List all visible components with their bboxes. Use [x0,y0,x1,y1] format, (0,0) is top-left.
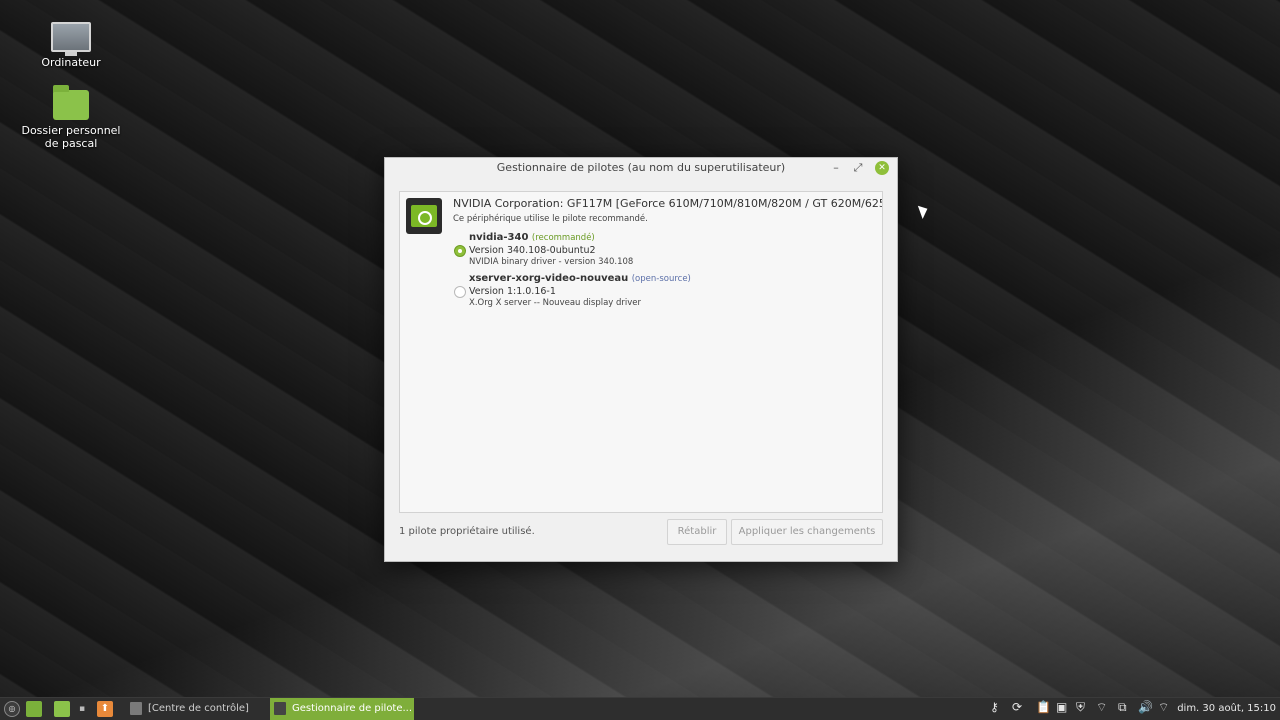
computer-icon [51,22,91,56]
revert-button[interactable]: Rétablir [667,519,727,545]
show-desktop-icon[interactable] [26,701,42,717]
control-center-icon [130,702,142,715]
driver-radio-nvidia[interactable] [454,245,466,257]
key-icon[interactable]: ⚷ [990,700,999,714]
status-text: 1 pilote propriétaire utilisé. [399,526,535,537]
device-name: NVIDIA Corporation: GF117M [GeForce 610M… [453,197,883,210]
driver-tag-open-source: (open-source) [631,274,691,284]
sync-icon[interactable]: ⟳ [1012,700,1022,714]
desktop-icon-label: Ordinateur [41,56,101,69]
task-driver-manager[interactable]: Gestionnaire de pilote... [270,698,414,720]
desktop-icon-computer[interactable]: Ordinateur [16,22,126,69]
drivers-panel: NVIDIA Corporation: GF117M [GeForce 610M… [399,191,883,513]
driver-name: xserver-xorg-video-nouveau [469,273,629,284]
files-icon[interactable] [54,701,70,717]
shield-icon[interactable]: ⛨ [1076,700,1085,715]
clock[interactable]: dim. 30 août, 15:10 [1177,698,1276,720]
clipboard-icon[interactable]: 📋 [1036,700,1051,714]
taskbar: ◎ ▪ ⬆ [Centre de contrôle] Gestionnaire … [0,697,1280,720]
apply-changes-button[interactable]: Appliquer les changements [731,519,883,545]
terminal-icon[interactable]: ▪ [79,701,95,717]
update-manager-icon[interactable]: ⬆ [97,701,113,717]
device-description: Ce périphérique utilise le pilote recomm… [453,214,648,224]
maximize-icon[interactable]: ⤢ [851,161,865,175]
driver-manager-icon [274,702,286,715]
drive-icon[interactable]: ▣ [1056,700,1067,714]
task-label: Gestionnaire de pilote... [292,703,413,714]
volume-icon[interactable]: 🔊 [1138,700,1153,714]
task-control-center[interactable]: [Centre de contrôle] [126,698,266,720]
driver-version: Version 1:1.0.16-1 [469,286,556,297]
driver-version: Version 340.108-0ubuntu2 [469,245,596,256]
desktop-icon-home-folder[interactable]: Dossier personnel de pascal [16,85,126,150]
wifi-icon[interactable]: ⌔ [1096,700,1107,715]
driver-tag-recommended: (recommandé) [531,233,595,243]
mouse-cursor-icon [917,203,931,219]
desktop-icon-label: Dossier personnel de pascal [21,124,121,150]
driver-option[interactable]: nvidia-340 (recommandé) Version 340.108-… [454,232,874,268]
close-icon[interactable]: ✕ [875,161,889,175]
driver-description: NVIDIA binary driver - version 340.108 [469,257,634,267]
driver-name: nvidia-340 [469,232,529,243]
menu-icon[interactable]: ◎ [4,701,20,717]
driver-option[interactable]: xserver-xorg-video-nouveau (open-source)… [454,273,874,309]
task-label: [Centre de contrôle] [148,703,249,714]
home-folder-icon [53,85,89,120]
driver-manager-window: Gestionnaire de pilotes (au nom du super… [384,157,898,562]
network-icon[interactable]: ⧉ [1118,700,1127,715]
driver-radio-nouveau[interactable] [454,286,466,298]
window-title: Gestionnaire de pilotes (au nom du super… [496,161,786,174]
wifi-signal-icon[interactable]: ⌔ [1158,700,1169,715]
driver-description: X.Org X server -- Nouveau display driver [469,298,642,308]
nvidia-logo-icon [406,198,442,234]
minimize-icon[interactable]: – [829,161,843,175]
window-titlebar[interactable]: Gestionnaire de pilotes (au nom du super… [385,158,897,178]
